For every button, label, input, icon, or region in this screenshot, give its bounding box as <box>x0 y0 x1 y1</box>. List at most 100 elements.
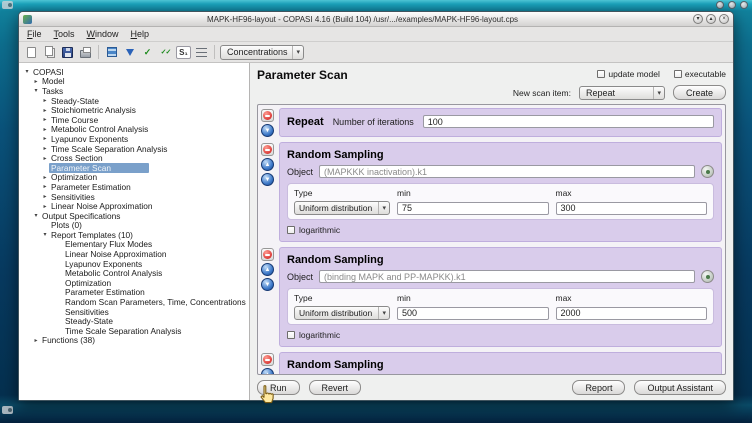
panel-icon[interactable] <box>728 1 736 9</box>
expander-icon[interactable]: ▾ <box>32 212 40 219</box>
panel-icon[interactable] <box>716 1 724 9</box>
max-input[interactable] <box>556 202 708 215</box>
logarithmic-checkbox[interactable] <box>287 331 295 339</box>
apply-icon[interactable]: ✓ <box>140 45 155 60</box>
select-object-button[interactable] <box>701 165 714 178</box>
new-scan-item-combo[interactable]: Repeat ▾ <box>579 86 665 100</box>
sliders-icon[interactable] <box>194 45 209 60</box>
tree-item-rt-sensitivities[interactable]: Sensitivities <box>21 307 249 317</box>
expander-icon[interactable]: ▸ <box>41 203 49 210</box>
expander-icon[interactable]: ▸ <box>41 193 49 200</box>
tree-item-rt-elementary-flux-modes[interactable]: Elementary Flux Modes <box>21 240 249 250</box>
shade-button[interactable]: ▾ <box>693 14 703 24</box>
tree-item-lyapunov-exponents[interactable]: ▸Lyapunov Exponents <box>21 134 249 144</box>
tree-item-time-scale-separation-analysis[interactable]: ▸Time Scale Separation Analysis <box>21 144 249 154</box>
iterations-input[interactable] <box>423 115 714 128</box>
species-icon[interactable]: S₁ <box>176 46 191 59</box>
move-down-button[interactable]: ▼ <box>261 278 274 291</box>
expander-icon[interactable]: ▸ <box>32 78 40 85</box>
close-button[interactable]: × <box>719 14 729 24</box>
remove-item-button[interactable] <box>261 143 274 156</box>
expander-icon[interactable]: ▸ <box>41 135 49 142</box>
remove-item-button[interactable] <box>261 109 274 122</box>
expander-icon[interactable]: ▾ <box>41 231 49 238</box>
expander-icon[interactable]: ▸ <box>32 337 40 344</box>
tree-item-parameter-estimation[interactable]: ▸Parameter Estimation <box>21 182 249 192</box>
output-assistant-button[interactable]: Output Assistant <box>634 380 726 395</box>
tree-item-report-templates[interactable]: ▾Report Templates (10) <box>21 230 249 240</box>
expander-icon[interactable]: ▾ <box>32 87 40 94</box>
menu-help[interactable]: Help <box>126 28 155 40</box>
tree-item-rt-steady-state[interactable]: Steady-State <box>21 316 249 326</box>
tree-item-stoichiometric-analysis[interactable]: ▸Stoichiometric Analysis <box>21 105 249 115</box>
tree-item-model[interactable]: ▸Model <box>21 77 249 87</box>
select-object-button[interactable] <box>701 270 714 283</box>
min-input[interactable] <box>397 307 549 320</box>
tree-item-rt-metabolic-control-analysis[interactable]: Metabolic Control Analysis <box>21 268 249 278</box>
panel-icon[interactable] <box>740 1 748 9</box>
expander-icon[interactable]: ▸ <box>41 145 49 152</box>
move-up-button[interactable]: ▲ <box>261 263 274 276</box>
tree-item-functions[interactable]: ▸Functions (38) <box>21 336 249 346</box>
create-button[interactable]: Create <box>673 85 726 100</box>
quantity-unit-combo[interactable]: Concentrations ▾ <box>220 45 304 60</box>
new-file-icon[interactable] <box>24 45 39 60</box>
import-icon[interactable] <box>122 45 137 60</box>
menu-file[interactable]: File <box>22 28 47 40</box>
tree-item-sensitivities[interactable]: ▸Sensitivities <box>21 192 249 202</box>
tree-item-rt-parameter-estimation[interactable]: Parameter Estimation <box>21 288 249 298</box>
object-input[interactable] <box>319 165 695 178</box>
tree-item-rt-linear-noise-approximation[interactable]: Linear Noise Approximation <box>21 249 249 259</box>
expander-icon[interactable]: ▸ <box>41 183 49 190</box>
tree-item-plots[interactable]: Plots (0) <box>21 221 249 231</box>
tree-item-cross-section[interactable]: ▸Cross Section <box>21 153 249 163</box>
tree-item-linear-noise-approximation[interactable]: ▸Linear Noise Approximation <box>21 201 249 211</box>
titlebar[interactable]: MAPK-HF96-layout - COPASI 4.16 (Build 10… <box>19 12 733 27</box>
expander-icon[interactable]: ▸ <box>41 97 49 104</box>
report-button[interactable]: Report <box>572 380 625 395</box>
executable-checkbox[interactable] <box>674 70 682 78</box>
tree-item-rt-lyapunov-exponents[interactable]: Lyapunov Exponents <box>21 259 249 269</box>
distribution-combo[interactable]: Uniform distribution ▾ <box>294 201 390 215</box>
run-button[interactable]: Run <box>257 380 300 395</box>
tree-item-copasi[interactable]: ▾COPASI <box>21 67 249 77</box>
move-down-button[interactable]: ▼ <box>261 124 274 137</box>
tree-item-output-specifications[interactable]: ▾Output Specifications <box>21 211 249 221</box>
expander-icon[interactable]: ▾ <box>23 68 31 75</box>
tree-item-steady-state[interactable]: ▸Steady-State <box>21 96 249 106</box>
object-input[interactable] <box>319 270 695 283</box>
new-scan-item-label: New scan item: <box>513 88 571 98</box>
menu-tools[interactable]: Tools <box>49 28 80 40</box>
tree-item-parameter-scan[interactable]: Parameter Scan <box>21 163 249 173</box>
logarithmic-checkbox[interactable] <box>287 226 295 234</box>
expander-icon[interactable]: ▸ <box>41 126 49 133</box>
remove-item-button[interactable] <box>261 248 274 261</box>
expander-icon[interactable]: ▸ <box>41 155 49 162</box>
tree-item-tasks[interactable]: ▾Tasks <box>21 86 249 96</box>
max-input[interactable] <box>556 307 708 320</box>
export-icon[interactable] <box>104 45 119 60</box>
tree-item-time-course[interactable]: ▸Time Course <box>21 115 249 125</box>
move-up-button[interactable]: ▲ <box>261 368 274 375</box>
move-up-button[interactable]: ▲ <box>261 158 274 171</box>
tree-item-rt-optimization[interactable]: Optimization <box>21 278 249 288</box>
open-file-icon[interactable] <box>42 45 57 60</box>
min-input[interactable] <box>397 202 549 215</box>
commit-icon[interactable]: ✓✓ <box>158 45 173 60</box>
tree-item-rt-time-scale-separation-analysis[interactable]: Time Scale Separation Analysis <box>21 326 249 336</box>
maximize-button[interactable]: ▴ <box>706 14 716 24</box>
tree-item-rt-random-scan[interactable]: Random Scan Parameters, Time, Concentrat… <box>21 297 249 307</box>
expander-icon[interactable]: ▸ <box>41 174 49 181</box>
move-down-button[interactable]: ▼ <box>261 173 274 186</box>
remove-item-button[interactable] <box>261 353 274 366</box>
menu-window[interactable]: Window <box>82 28 124 40</box>
expander-icon[interactable]: ▸ <box>41 116 49 123</box>
expander-icon[interactable]: ▸ <box>41 107 49 114</box>
print-icon[interactable] <box>78 45 93 60</box>
revert-button[interactable]: Revert <box>309 380 362 395</box>
update-model-checkbox[interactable] <box>597 70 605 78</box>
tree-item-optimization[interactable]: ▸Optimization <box>21 173 249 183</box>
distribution-combo[interactable]: Uniform distribution ▾ <box>294 306 390 320</box>
tree-item-metabolic-control-analysis[interactable]: ▸Metabolic Control Analysis <box>21 125 249 135</box>
save-icon[interactable] <box>60 45 75 60</box>
